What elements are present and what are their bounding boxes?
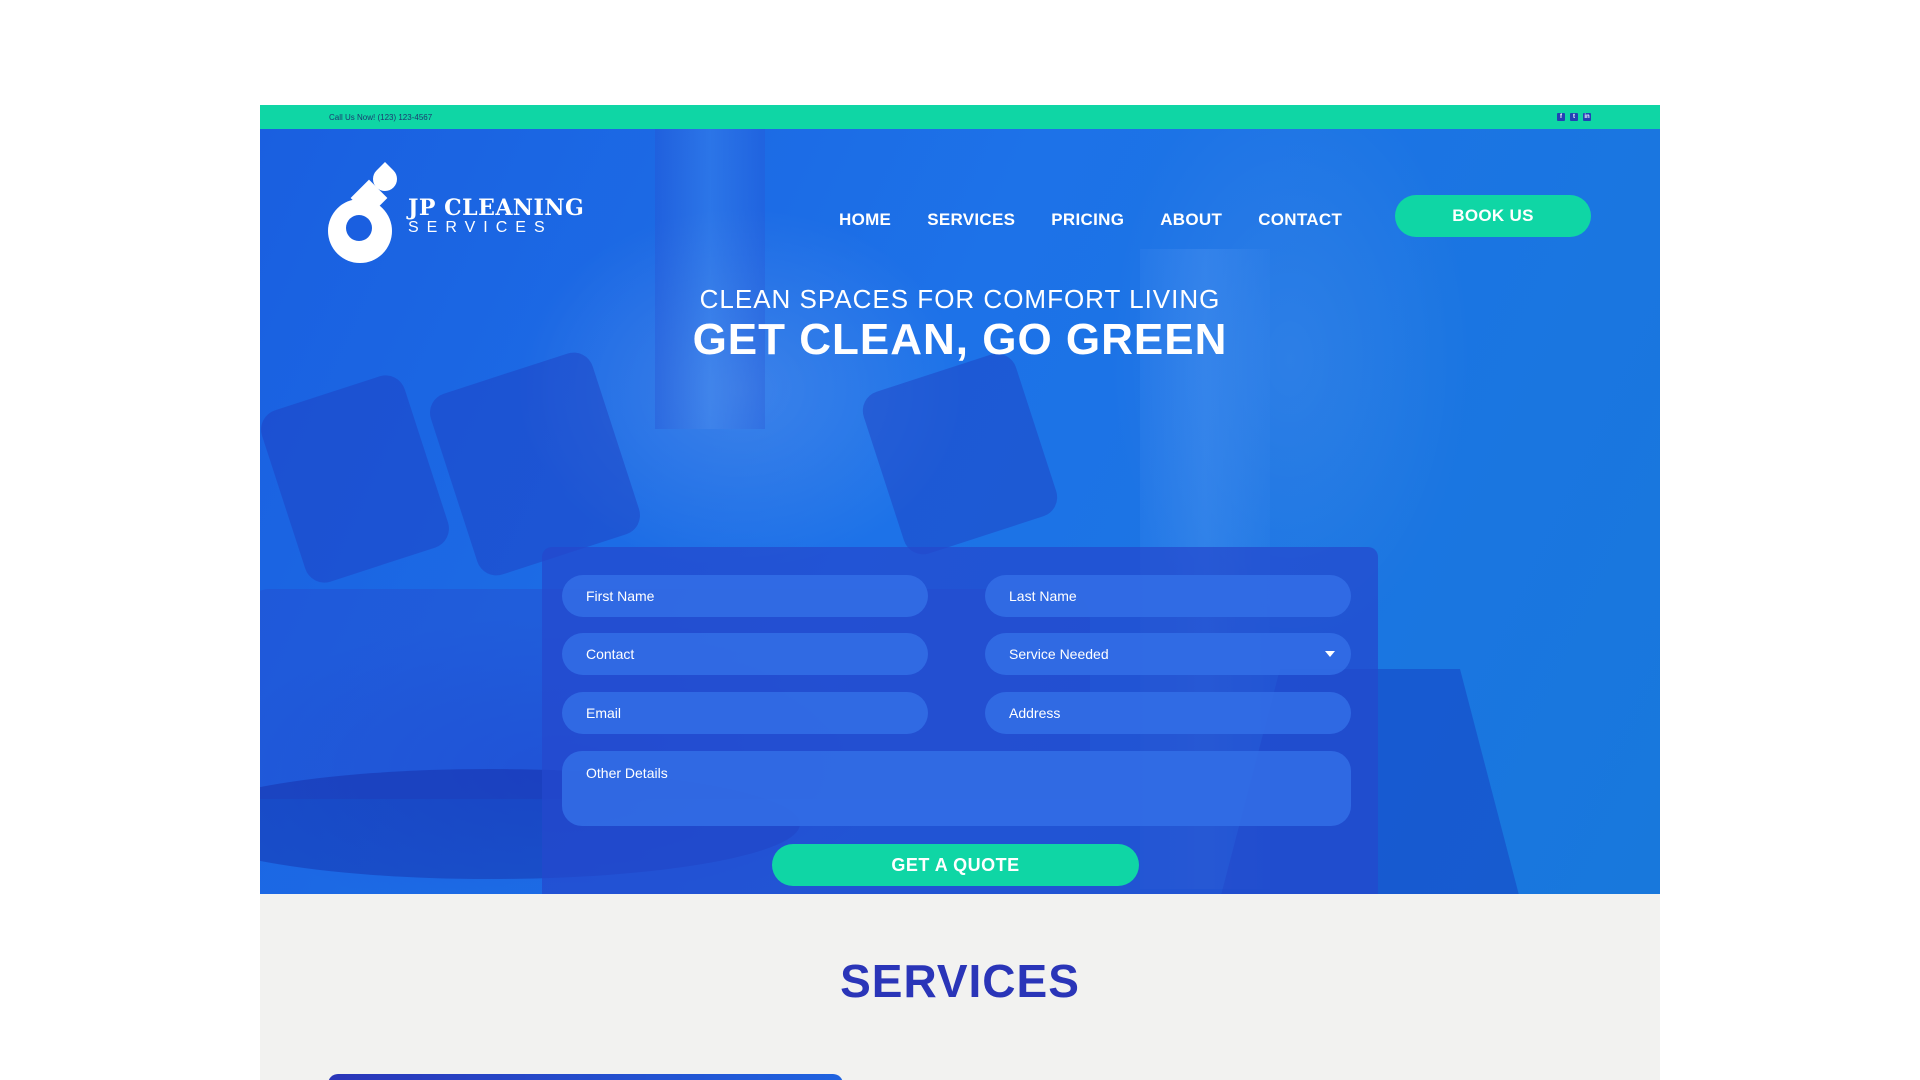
first-name-placeholder: First Name	[586, 588, 655, 604]
last-name-field[interactable]: Last Name	[985, 575, 1351, 617]
hero-subtitle: CLEAN SPACES FOR COMFORT LIVING	[699, 284, 1221, 314]
facebook-icon[interactable]: f	[1557, 113, 1565, 121]
background-curtain	[655, 129, 765, 429]
water-drop-icon	[328, 162, 402, 267]
services-section: SERVICES	[260, 894, 1660, 1080]
book-us-button[interactable]: BOOK US	[1395, 195, 1591, 237]
services-title: SERVICES	[840, 955, 1080, 1007]
nav-item-contact[interactable]: CONTACT	[1258, 210, 1342, 230]
first-name-field[interactable]: First Name	[562, 575, 928, 617]
hero-title: GET CLEAN, GO GREEN	[692, 315, 1228, 364]
page-frame: Call Us Now! (123) 123-4567 f t in JP CL…	[260, 105, 1660, 1080]
top-bar: Call Us Now! (123) 123-4567 f t in	[260, 105, 1660, 129]
brand-line1: JP CLEANING	[408, 195, 585, 221]
hero-section: JP CLEANING SERVICES HOME SERVICES PRICI…	[260, 129, 1660, 894]
email-placeholder: Email	[586, 705, 622, 721]
brand-name: JP CLEANING SERVICES	[408, 197, 584, 237]
background-pillow	[260, 370, 455, 588]
brand-logo[interactable]: JP CLEANING SERVICES	[328, 162, 584, 267]
background-pillow	[424, 347, 646, 581]
address-placeholder: Address	[1009, 705, 1061, 721]
last-name-placeholder: Last Name	[1009, 588, 1077, 604]
contact-placeholder: Contact	[586, 646, 635, 662]
brand-line2: SERVICES	[408, 219, 553, 236]
nav-item-about[interactable]: ABOUT	[1160, 210, 1222, 230]
main-nav: HOME SERVICES PRICING ABOUT CONTACT	[839, 209, 1342, 231]
background-pillow	[857, 348, 1063, 560]
service-needed-value: Service Needed	[1009, 646, 1109, 662]
quote-form: First Name Last Name Contact Service Nee…	[542, 547, 1378, 894]
nav-item-services[interactable]: SERVICES	[927, 210, 1015, 230]
nav-item-pricing[interactable]: PRICING	[1051, 210, 1124, 230]
service-needed-select[interactable]: Service Needed	[985, 633, 1351, 675]
get-quote-button[interactable]: GET A QUOTE	[772, 844, 1139, 886]
address-field[interactable]: Address	[985, 692, 1351, 734]
other-details-textarea[interactable]: Other Details	[562, 751, 1351, 826]
contact-field[interactable]: Contact	[562, 633, 928, 675]
phone-text: Call Us Now! (123) 123-4567	[329, 112, 433, 122]
chevron-down-icon	[1325, 651, 1335, 657]
service-card[interactable]	[328, 1074, 843, 1080]
email-field[interactable]: Email	[562, 692, 928, 734]
nav-item-home[interactable]: HOME	[839, 210, 891, 230]
social-links: f t in	[1557, 113, 1591, 121]
linkedin-icon[interactable]: in	[1583, 113, 1591, 121]
twitter-icon[interactable]: t	[1570, 113, 1578, 121]
other-details-placeholder: Other Details	[586, 765, 668, 781]
